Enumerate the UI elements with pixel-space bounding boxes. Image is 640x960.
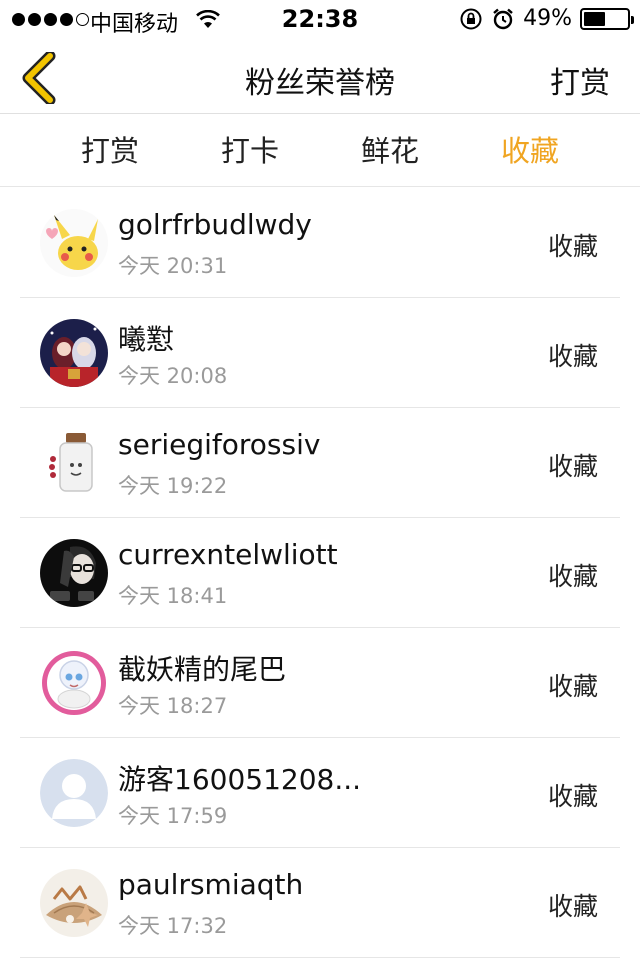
favorite-label: 收藏: [547, 892, 598, 921]
tab-bar: 打赏 打卡 鲜花 收藏: [0, 115, 640, 187]
timestamp: 今天 20:31: [118, 254, 228, 278]
nav-bar: 粉丝荣誉榜 打赏: [0, 40, 640, 114]
list-item[interactable]: 曦懟 今天 20:08 收藏: [20, 298, 620, 408]
tab-flowers[interactable]: 鲜花: [320, 115, 460, 186]
fan-list: golrfrbudlwdy 今天 20:31 收藏 曦懟 今天 20:08 收藏: [0, 188, 640, 958]
avatar: [40, 319, 108, 387]
username: 截妖精的尾巴: [118, 653, 287, 686]
default-avatar-icon: [40, 759, 108, 827]
favorite-label: 收藏: [547, 232, 598, 261]
favorite-label: 收藏: [547, 342, 598, 371]
tab-reward[interactable]: 打赏: [40, 115, 180, 186]
favorite-label: 收藏: [547, 782, 598, 811]
list-item[interactable]: seriegiforossiv 今天 19:22 收藏: [20, 408, 620, 518]
timestamp: 今天 19:22: [118, 474, 228, 498]
favorite-label: 收藏: [547, 452, 598, 481]
favorite-label: 收藏: [547, 672, 598, 701]
timestamp: 今天 18:41: [118, 584, 228, 608]
reward-button[interactable]: 打赏: [550, 58, 610, 102]
list-item[interactable]: currexntelwliott 今天 18:41 收藏: [20, 518, 620, 628]
username: 游客160051208...: [118, 763, 362, 796]
page-title: 粉丝荣誉榜: [245, 66, 395, 101]
username: 曦懟: [118, 323, 175, 356]
tab-checkin[interactable]: 打卡: [180, 115, 320, 186]
tab-favorites[interactable]: 收藏: [460, 115, 600, 186]
rotation-lock-icon: [460, 8, 482, 29]
timestamp: 今天 20:08: [118, 364, 228, 388]
username: golrfrbudlwdy: [118, 208, 312, 241]
list-item[interactable]: paulrsmiaqth 今天 17:32 收藏: [20, 848, 620, 958]
username: currexntelwliott: [118, 538, 338, 571]
timestamp: 今天 18:27: [118, 694, 228, 718]
avatar: [40, 869, 108, 937]
avatar: [40, 209, 108, 277]
avatar: [40, 429, 108, 497]
list-item[interactable]: 游客160051208... 今天 17:59 收藏: [20, 738, 620, 848]
battery-icon: [580, 7, 634, 30]
alarm-icon: [493, 8, 513, 29]
username: paulrsmiaqth: [118, 868, 304, 901]
timestamp: 今天 17:32: [118, 914, 228, 938]
avatar: [40, 649, 108, 717]
list-item[interactable]: golrfrbudlwdy 今天 20:31 收藏: [20, 188, 620, 298]
timestamp: 今天 17:59: [118, 804, 228, 828]
favorite-label: 收藏: [547, 562, 598, 591]
avatar: [40, 539, 108, 607]
username: seriegiforossiv: [118, 428, 321, 461]
status-bar: 中国移动 22:38 49%: [0, 0, 640, 40]
list-item[interactable]: 截妖精的尾巴 今天 18:27 收藏: [20, 628, 620, 738]
battery-percent: 49%: [523, 6, 572, 31]
